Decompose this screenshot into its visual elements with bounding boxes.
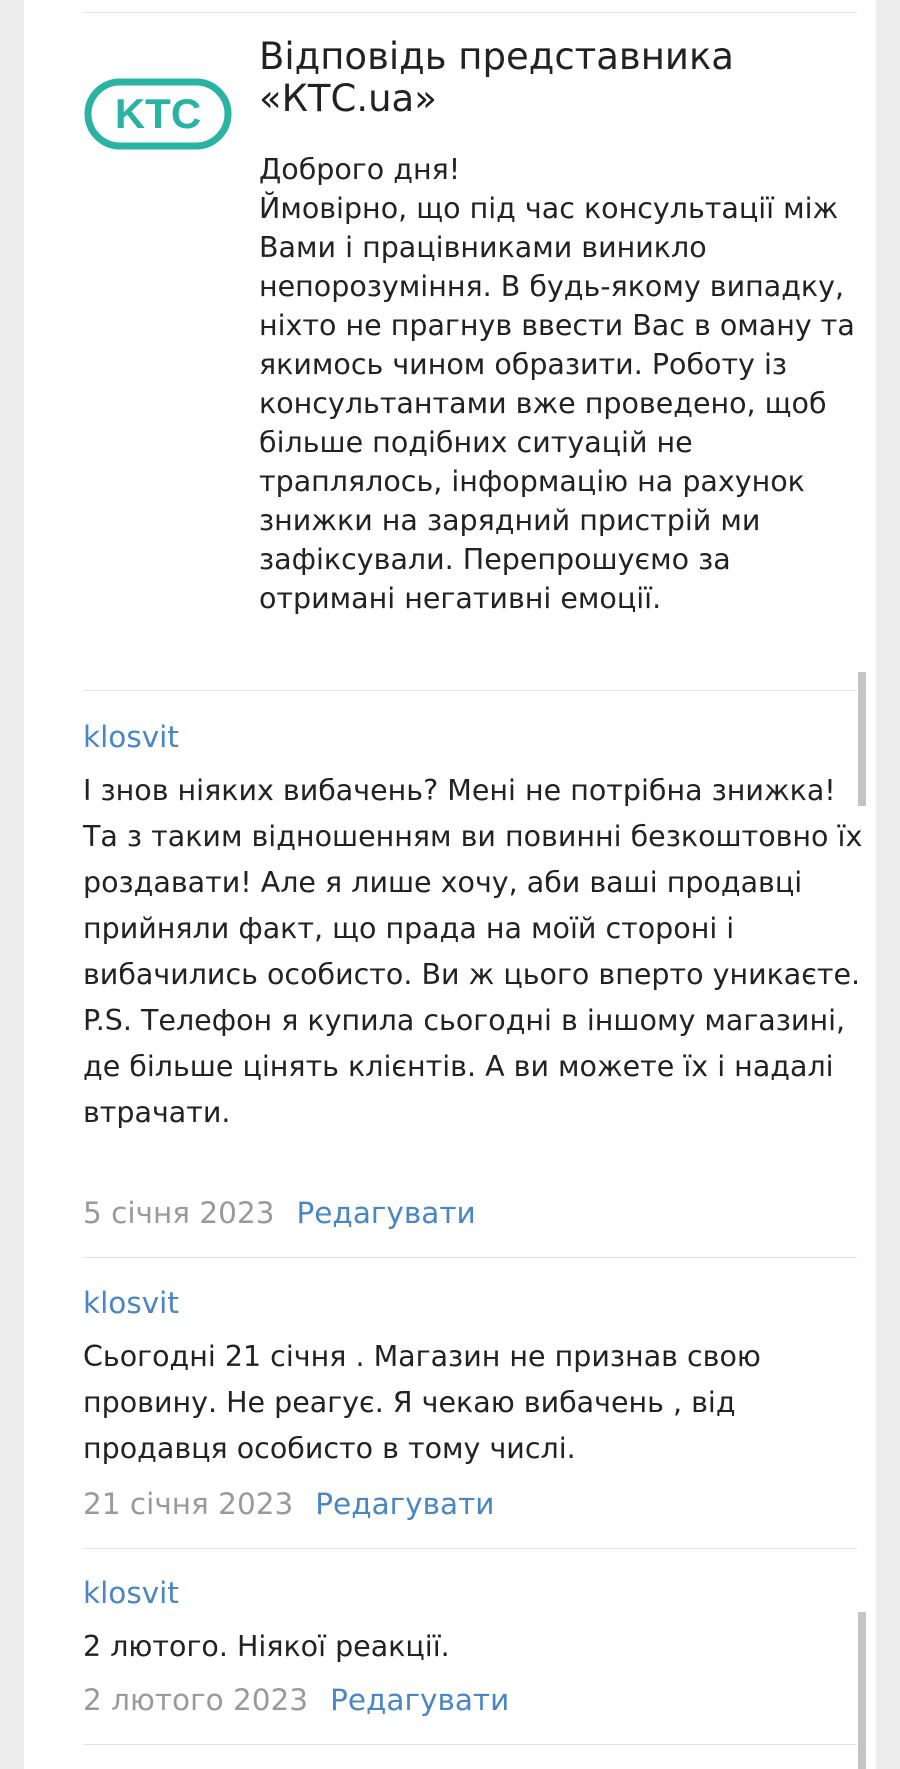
comment-author[interactable]: klosvit [83,1573,179,1613]
comment-author[interactable]: klosvit [83,717,179,757]
edit-link[interactable]: Редагувати [296,1196,475,1230]
ktc-logo: KTC [84,78,232,150]
scrollbar-thumb[interactable] [858,1612,866,1769]
comment-date: 5 січня 2023 [83,1196,275,1230]
divider [83,12,857,13]
comment-meta: 21 січня 2023 Редагувати [83,1484,494,1524]
divider [83,690,857,691]
svg-text:KTC: KTC [115,90,201,137]
comment-meta: 5 січня 2023 Редагувати [83,1193,476,1233]
comment-date: 21 січня 2023 [83,1487,294,1521]
edit-link[interactable]: Редагувати [315,1487,494,1521]
divider [83,1257,857,1258]
response-title: Відповідь представника «КТС.ua» [259,35,734,120]
comment-meta: 2 лютого 2023 Редагувати [83,1680,509,1720]
reviews-card: KTC Відповідь представника «КТС.ua» Добр… [24,0,876,1769]
divider [83,1548,857,1549]
edit-link[interactable]: Редагувати [330,1683,509,1717]
comment-author[interactable]: klosvit [83,1283,179,1323]
comment-text: І знов ніяких вибачень? Мені не потрібна… [83,774,863,1129]
response-body: Доброго дня! Ймовірно, що під час консул… [259,153,855,615]
comment-text: Сьогодні 21 січня . Магазин не признав с… [83,1340,761,1465]
divider [83,1744,857,1745]
comment-date: 2 лютого 2023 [83,1683,309,1717]
comment-text: 2 лютого. Ніякої реакції. [83,1630,450,1663]
scrollbar-thumb[interactable] [858,672,866,806]
